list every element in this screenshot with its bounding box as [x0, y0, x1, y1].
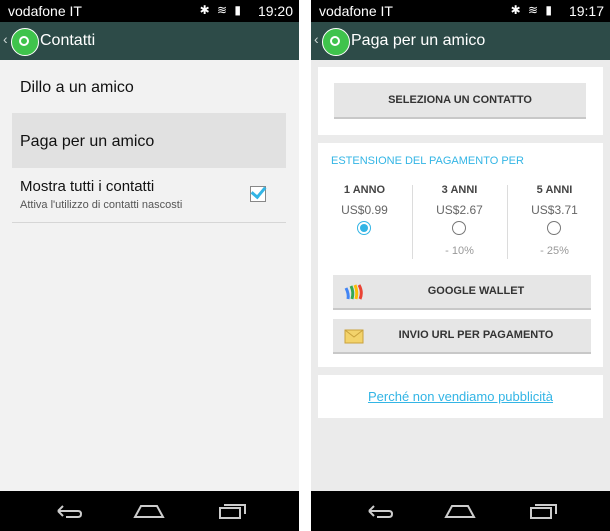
plan-name: 1 ANNO: [343, 184, 386, 196]
back-nav-icon[interactable]: [52, 503, 82, 519]
select-contact-card: SELEZIONA UN CONTATTO: [318, 67, 603, 135]
action-bar: ‹ Paga per un amico: [311, 22, 610, 60]
back-caret-icon[interactable]: ‹: [3, 31, 8, 47]
list-item-show-all-contacts[interactable]: Mostra tutti i contatti Attiva l'utilizz…: [12, 169, 286, 223]
back-nav-icon[interactable]: [363, 503, 393, 519]
carrier-label: vodafone IT: [319, 3, 393, 19]
clock-label: 19:17: [568, 3, 604, 19]
list-item-sublabel: Attiva l'utilizzo di contatti nascosti: [20, 199, 183, 211]
list-item-label: Paga per un amico: [20, 133, 155, 150]
plan-radio[interactable]: [452, 221, 466, 235]
list-item-pay-for-friend[interactable]: Paga per un amico: [12, 113, 286, 168]
google-wallet-button[interactable]: GOOGLE WALLET: [333, 275, 591, 310]
clock-label: 19:20: [257, 3, 293, 19]
button-label: INVIO URL PER PAGAMENTO: [398, 329, 554, 341]
recent-apps-nav-icon[interactable]: [218, 503, 248, 519]
plan-option-5-years[interactable]: 5 ANNI US$3.71 - 25%: [508, 183, 601, 263]
list-item-label: Mostra tutti i contatti: [20, 178, 155, 195]
plan-price: US$0.99: [341, 203, 388, 217]
settings-list: Dillo a un amico Paga per un amico Mostr…: [0, 60, 299, 491]
plan-discount: - 10%: [445, 245, 474, 257]
status-bar: vodafone IT ✱ ≋ ▮ 19:20: [0, 0, 299, 22]
navigation-bar: [0, 491, 299, 531]
whatsapp-logo-icon[interactable]: [322, 28, 350, 56]
payment-extension-card: ESTENSIONE DEL PAGAMENTO PER 1 ANNO US$0…: [318, 143, 603, 367]
plan-name: 5 ANNI: [536, 184, 573, 196]
status-bar: vodafone IT ✱ ≋ ▮ 19:17: [311, 0, 610, 22]
status-icons: ✱ ≋ ▮: [510, 3, 554, 17]
plan-name: 3 ANNI: [441, 184, 478, 196]
plan-discount: - 25%: [540, 245, 569, 257]
page-title: Contatti: [40, 32, 96, 49]
recent-apps-nav-icon[interactable]: [529, 503, 559, 519]
plan-radio[interactable]: [357, 221, 371, 235]
whatsapp-logo-icon[interactable]: [11, 28, 39, 56]
show-all-contacts-checkbox[interactable]: [250, 186, 266, 202]
home-nav-icon[interactable]: [444, 503, 476, 519]
plan-radio[interactable]: [547, 221, 561, 235]
plan-price: US$2.67: [436, 203, 483, 217]
left-phone-screen: vodafone IT ✱ ≋ ▮ 19:20 ‹ Contatti Dillo…: [0, 0, 299, 531]
status-icons: ✱ ≋ ▮: [199, 3, 243, 17]
send-payment-url-button[interactable]: INVIO URL PER PAGAMENTO: [333, 319, 591, 354]
action-bar: ‹ Contatti: [0, 22, 299, 60]
home-nav-icon[interactable]: [133, 503, 165, 519]
navigation-bar: [311, 491, 610, 531]
plan-option-1-year[interactable]: 1 ANNO US$0.99: [318, 183, 411, 263]
page-title: Paga per un amico: [351, 32, 486, 49]
select-contact-button[interactable]: SELEZIONA UN CONTATTO: [334, 83, 586, 119]
footer-card: Perché non vendiamo pubblicità: [318, 375, 603, 418]
back-caret-icon[interactable]: ‹: [314, 31, 319, 47]
plan-price: US$3.71: [531, 203, 578, 217]
section-heading: ESTENSIONE DEL PAGAMENTO PER: [331, 155, 524, 167]
list-item-tell-friend[interactable]: Dillo a un amico: [12, 60, 286, 112]
plan-option-3-years[interactable]: 3 ANNI US$2.67 - 10%: [413, 183, 506, 263]
right-phone-screen: vodafone IT ✱ ≋ ▮ 19:17 ‹ Paga per un am…: [311, 0, 610, 531]
button-label: GOOGLE WALLET: [427, 285, 525, 297]
why-no-ads-link[interactable]: Perché non vendiamo pubblicità: [318, 389, 603, 404]
carrier-label: vodafone IT: [8, 3, 82, 19]
list-item-label: Dillo a un amico: [20, 79, 134, 96]
